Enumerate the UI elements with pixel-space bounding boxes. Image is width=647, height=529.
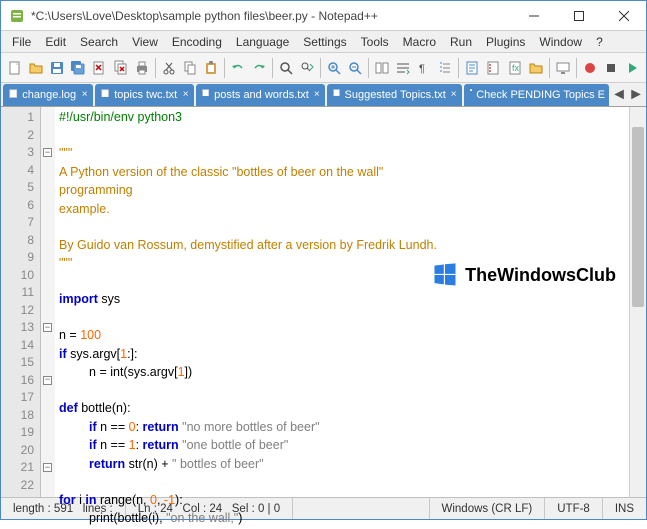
file-icon	[101, 89, 110, 101]
toolbar-separator	[224, 58, 225, 78]
fold-toggle-icon[interactable]: −	[43, 463, 52, 472]
title-bar: *C:\Users\Love\Desktop\sample python fil…	[1, 1, 646, 31]
menu-plugins[interactable]: Plugins	[479, 33, 532, 51]
menu-macro[interactable]: Macro	[396, 33, 443, 51]
tab-next-icon[interactable]: ►	[628, 85, 644, 105]
menu-tools[interactable]: Tools	[354, 33, 396, 51]
replace-icon[interactable]	[297, 57, 317, 79]
menu-encoding[interactable]: Encoding	[165, 33, 229, 51]
toolbar-separator	[155, 58, 156, 78]
svg-text:¶: ¶	[419, 63, 425, 75]
minimize-button[interactable]	[511, 1, 556, 30]
doc-list-icon[interactable]	[483, 57, 503, 79]
copy-icon[interactable]	[180, 57, 200, 79]
file-icon	[333, 89, 341, 101]
tab-label: Check PENDING Topics E	[476, 89, 605, 101]
vertical-scrollbar[interactable]	[629, 107, 646, 497]
function-list-icon[interactable]: fx	[505, 57, 525, 79]
menu-view[interactable]: View	[125, 33, 165, 51]
svg-text:fx: fx	[512, 63, 520, 73]
file-icon	[9, 89, 18, 101]
menu-settings[interactable]: Settings	[296, 33, 353, 51]
toolbar-separator	[576, 58, 577, 78]
tab-label: Suggested Topics.txt	[345, 89, 446, 101]
cut-icon[interactable]	[159, 57, 179, 79]
fold-toggle-icon[interactable]: −	[43, 323, 52, 332]
indent-guide-icon[interactable]	[435, 57, 455, 79]
code-editor[interactable]: #!/usr/bin/env python3 """ A Python vers…	[55, 107, 629, 497]
tab-label: posts and words.txt	[214, 89, 309, 101]
menu-run[interactable]: Run	[443, 33, 479, 51]
toolbar-separator	[549, 58, 550, 78]
tab-change-log[interactable]: change.log ×	[3, 84, 93, 106]
status-spacer	[293, 498, 429, 519]
monitor-icon[interactable]	[553, 57, 573, 79]
toolbar-separator	[272, 58, 273, 78]
file-icon	[202, 89, 210, 101]
maximize-button[interactable]	[556, 1, 601, 30]
toolbar: ¶ fx	[1, 53, 646, 83]
zoom-in-icon[interactable]	[324, 57, 344, 79]
fold-toggle-icon[interactable]: −	[43, 148, 52, 157]
save-icon[interactable]	[47, 57, 67, 79]
fold-column: − − − −	[41, 107, 55, 497]
tab-label: change.log	[22, 89, 76, 101]
undo-icon[interactable]	[228, 57, 248, 79]
print-icon[interactable]	[132, 57, 152, 79]
play-macro-icon[interactable]	[622, 57, 642, 79]
menu-file[interactable]: File	[5, 33, 38, 51]
status-eol[interactable]: Windows (CR LF)	[430, 498, 546, 519]
open-file-icon[interactable]	[26, 57, 46, 79]
show-all-chars-icon[interactable]: ¶	[414, 57, 434, 79]
doc-map-icon[interactable]	[462, 57, 482, 79]
record-macro-icon[interactable]	[580, 57, 600, 79]
tab-posts-words[interactable]: posts and words.txt ×	[196, 84, 325, 106]
tab-close-icon[interactable]: ×	[80, 89, 89, 101]
zoom-out-icon[interactable]	[345, 57, 365, 79]
toolbar-separator	[320, 58, 321, 78]
menu-bar: File Edit Search View Encoding Language …	[1, 31, 646, 53]
new-file-icon[interactable]	[5, 57, 25, 79]
tab-close-icon[interactable]: ×	[313, 89, 321, 101]
tab-suggested[interactable]: Suggested Topics.txt ×	[327, 84, 462, 106]
status-encoding[interactable]: UTF-8	[545, 498, 603, 519]
file-icon	[470, 89, 473, 101]
tab-bar: change.log × topics twc.txt × posts and …	[1, 83, 646, 107]
find-icon[interactable]	[276, 57, 296, 79]
scrollbar-thumb[interactable]	[632, 127, 644, 307]
tab-nav: ◄ ►	[611, 85, 644, 105]
menu-search[interactable]: Search	[73, 33, 125, 51]
word-wrap-icon[interactable]	[393, 57, 413, 79]
tab-label: topics twc.txt	[114, 89, 177, 101]
tab-close-icon[interactable]: ×	[450, 89, 458, 101]
toolbar-separator	[458, 58, 459, 78]
stop-macro-icon[interactable]	[601, 57, 621, 79]
window-title: *C:\Users\Love\Desktop\sample python fil…	[31, 9, 511, 23]
tab-close-icon[interactable]: ×	[181, 89, 190, 101]
fold-toggle-icon[interactable]: −	[43, 376, 52, 385]
paste-icon[interactable]	[201, 57, 221, 79]
menu-edit[interactable]: Edit	[38, 33, 73, 51]
tab-check-pending[interactable]: Check PENDING Topics E	[464, 84, 609, 106]
sync-scroll-icon[interactable]	[372, 57, 392, 79]
folder-workspace-icon[interactable]	[526, 57, 546, 79]
close-file-icon[interactable]	[89, 57, 109, 79]
status-mode[interactable]: INS	[603, 498, 646, 519]
save-all-icon[interactable]	[68, 57, 88, 79]
close-button[interactable]	[601, 1, 646, 30]
editor-area: 12345678910111213141516171819202122 −−−−…	[1, 107, 646, 497]
redo-icon[interactable]	[249, 57, 269, 79]
window-controls	[511, 1, 646, 30]
line-number-gutter: 12345678910111213141516171819202122	[1, 107, 41, 497]
close-all-icon[interactable]	[110, 57, 130, 79]
menu-language[interactable]: Language	[229, 33, 296, 51]
tab-prev-icon[interactable]: ◄	[611, 85, 627, 105]
tab-topics-twc[interactable]: topics twc.txt ×	[95, 84, 194, 106]
toolbar-separator	[368, 58, 369, 78]
menu-help[interactable]: ?	[589, 33, 610, 51]
menu-window[interactable]: Window	[532, 33, 589, 51]
app-icon	[9, 8, 25, 24]
